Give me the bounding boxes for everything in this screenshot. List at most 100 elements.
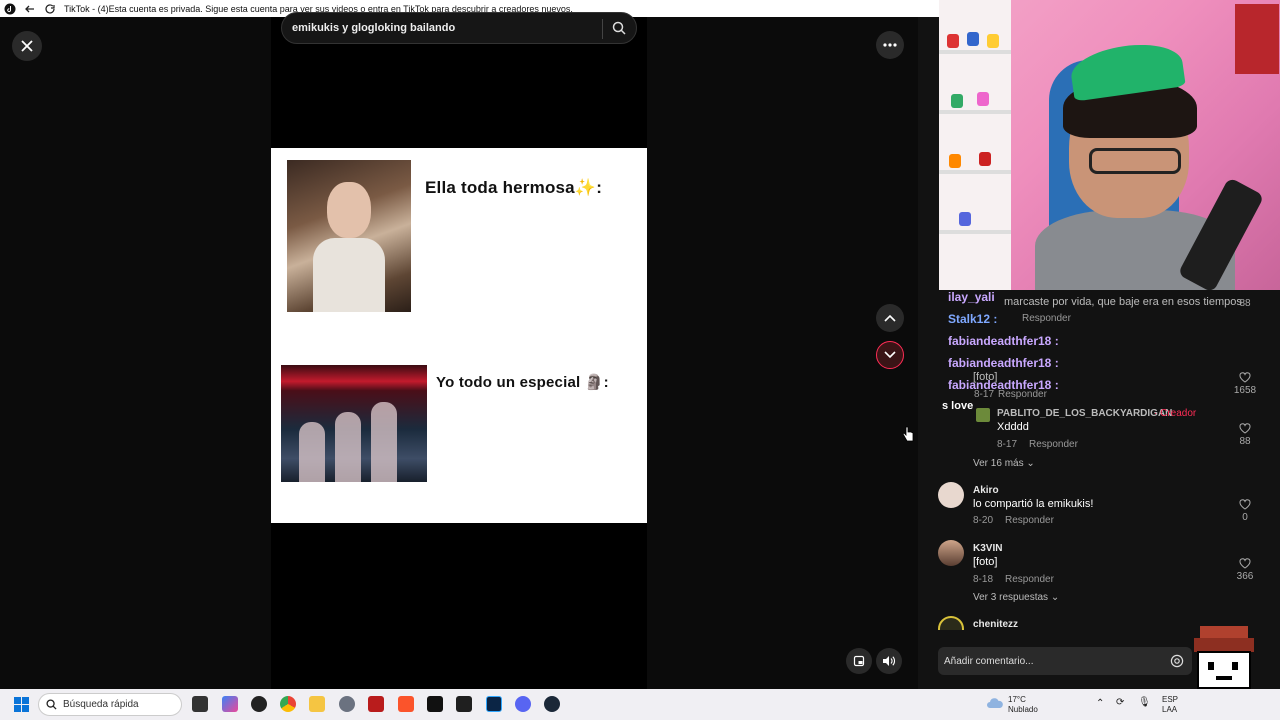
reload-icon[interactable]	[44, 3, 56, 15]
like-button[interactable]: 1658	[1230, 372, 1260, 396]
chat-fragment: s love	[942, 400, 974, 412]
chat-username: Stalk12 :	[948, 312, 998, 326]
previous-video-button[interactable]	[876, 304, 904, 332]
like-count: 88	[1239, 436, 1251, 447]
heart-icon	[1239, 499, 1251, 510]
like-count: 0	[1242, 512, 1248, 523]
comment-username[interactable]: PABLITO_DE_LOS_BACKYARDIGAN	[997, 408, 1172, 419]
search-icon	[46, 699, 57, 710]
reply-link[interactable]: Responder	[1005, 574, 1054, 585]
floating-player-button[interactable]	[846, 648, 872, 674]
like-count: 366	[1236, 571, 1254, 582]
comment-text: Xdddd	[997, 421, 1029, 433]
taskbar: Búsqueda rápida 17°C Nublado ⌃ ⟳ 🎙 ESP L…	[0, 689, 1280, 720]
steam-icon[interactable]	[544, 696, 560, 712]
search-query: emikukis y glogloking bailando	[292, 22, 456, 34]
next-video-button[interactable]	[876, 341, 904, 369]
chevron-up-icon	[884, 314, 896, 322]
weather-desc[interactable]: Nublado	[1008, 705, 1038, 714]
comment-date: 8-17	[974, 389, 995, 400]
windows-start-icon[interactable]	[14, 697, 29, 712]
hand-cursor-icon	[902, 426, 914, 447]
chevron-down-icon	[884, 351, 896, 359]
language-indicator[interactable]: ESP	[1162, 695, 1178, 704]
face-shape	[327, 182, 371, 238]
reply-link[interactable]: Responder	[1005, 515, 1054, 526]
glasses-shape	[1089, 148, 1181, 174]
discord-icon[interactable]	[515, 696, 531, 712]
pip-icon	[853, 655, 865, 667]
shelf-shape	[939, 0, 1011, 290]
taskbar-search-placeholder: Búsqueda rápida	[63, 699, 139, 710]
more-options-button[interactable]	[876, 31, 904, 59]
back-arrow-icon[interactable]	[24, 3, 36, 15]
like-count: 1658	[1233, 385, 1257, 396]
avatar[interactable]	[976, 408, 990, 422]
comment-text: [foto]	[973, 556, 998, 568]
tiktok-app-icon[interactable]	[427, 696, 443, 712]
sync-icon[interactable]: ⟳	[1116, 697, 1124, 708]
avatar[interactable]	[938, 540, 964, 566]
volume-icon	[883, 656, 895, 666]
party-photo	[281, 365, 427, 482]
caption-bottom: Yo todo un especial 🗿:	[436, 374, 609, 391]
photoshop-icon[interactable]	[486, 696, 502, 712]
comment-username[interactable]: chenitezz	[973, 619, 1018, 630]
reply-link[interactable]: Responder	[1022, 313, 1071, 324]
poster-shape	[1235, 4, 1279, 74]
brave-icon[interactable]	[398, 696, 414, 712]
reply-link[interactable]: Responder	[1029, 439, 1078, 450]
search-icon[interactable]	[612, 21, 626, 35]
avatar[interactable]	[938, 482, 964, 508]
volume-button[interactable]	[876, 648, 902, 674]
mention-icon[interactable]	[1170, 654, 1184, 668]
tray-chevron-up-icon[interactable]: ⌃	[1096, 698, 1104, 709]
like-button[interactable]: 0	[1230, 499, 1260, 523]
file-explorer-icon[interactable]	[309, 696, 325, 712]
comment-list: ilay_yali marcaste por vida, que baje er…	[918, 290, 1280, 630]
view-more-replies[interactable]: Ver 16 más ⌄	[973, 458, 1035, 469]
heart-icon	[1239, 372, 1251, 383]
like-button[interactable]: 88	[1230, 423, 1260, 447]
view-more-replies[interactable]: Ver 3 respuestas ⌄	[973, 592, 1059, 603]
chat-message: marcaste por vida, que baje era en esos …	[1004, 296, 1242, 308]
taskbar-search-input[interactable]: Búsqueda rápida	[38, 693, 182, 716]
tiktok-icon	[4, 3, 16, 14]
like-count: 88	[1239, 298, 1251, 309]
comment-date: 8-17	[997, 439, 1018, 450]
chevron-down-icon: ⌄	[1026, 458, 1035, 469]
comment-username[interactable]: K3VIN	[973, 543, 1002, 554]
dancer-shape	[371, 402, 397, 482]
chat-username: fabiandeadthfer18 :	[948, 334, 1059, 348]
search-input[interactable]: emikukis y glogloking bailando	[281, 12, 637, 44]
girl-photo	[287, 160, 411, 312]
close-button[interactable]	[12, 31, 42, 61]
voicemod-icon[interactable]	[368, 696, 384, 712]
chevron-down-icon: ⌄	[1050, 592, 1060, 603]
language-sub[interactable]: LAA	[1162, 705, 1177, 714]
taskview-icon[interactable]	[192, 696, 208, 712]
dancer-shape	[335, 412, 361, 482]
chat-username: ilay_yali	[948, 290, 995, 304]
capcut-icon[interactable]	[456, 696, 472, 712]
comment-placeholder: Añadir comentario...	[944, 655, 1034, 667]
comment-input[interactable]: Añadir comentario...	[938, 647, 1192, 675]
settings-icon[interactable]	[339, 696, 355, 712]
caption-top: Ella toda hermosa✨:	[425, 178, 603, 197]
search-divider	[602, 19, 603, 39]
creator-badge: · Creador	[1154, 408, 1197, 419]
chatgpt-icon[interactable]	[251, 696, 267, 712]
streamer-webcam	[939, 0, 1280, 290]
weather-temp[interactable]: 17°C	[1008, 695, 1026, 704]
chrome-icon[interactable]	[280, 696, 296, 712]
reply-link[interactable]: Responder	[998, 389, 1047, 400]
copilot-icon[interactable]	[222, 696, 238, 712]
comment-username[interactable]: Akiro	[973, 485, 999, 496]
comment-text: lo compartió la emikukis!	[973, 498, 1094, 510]
heart-icon	[1239, 558, 1251, 569]
microphone-icon[interactable]: 🎙	[1138, 697, 1151, 708]
avatar[interactable]	[938, 616, 964, 630]
comment-date: 8-18	[973, 574, 994, 585]
like-button[interactable]: 366	[1230, 558, 1260, 582]
cloud-weather-icon	[987, 698, 1003, 708]
